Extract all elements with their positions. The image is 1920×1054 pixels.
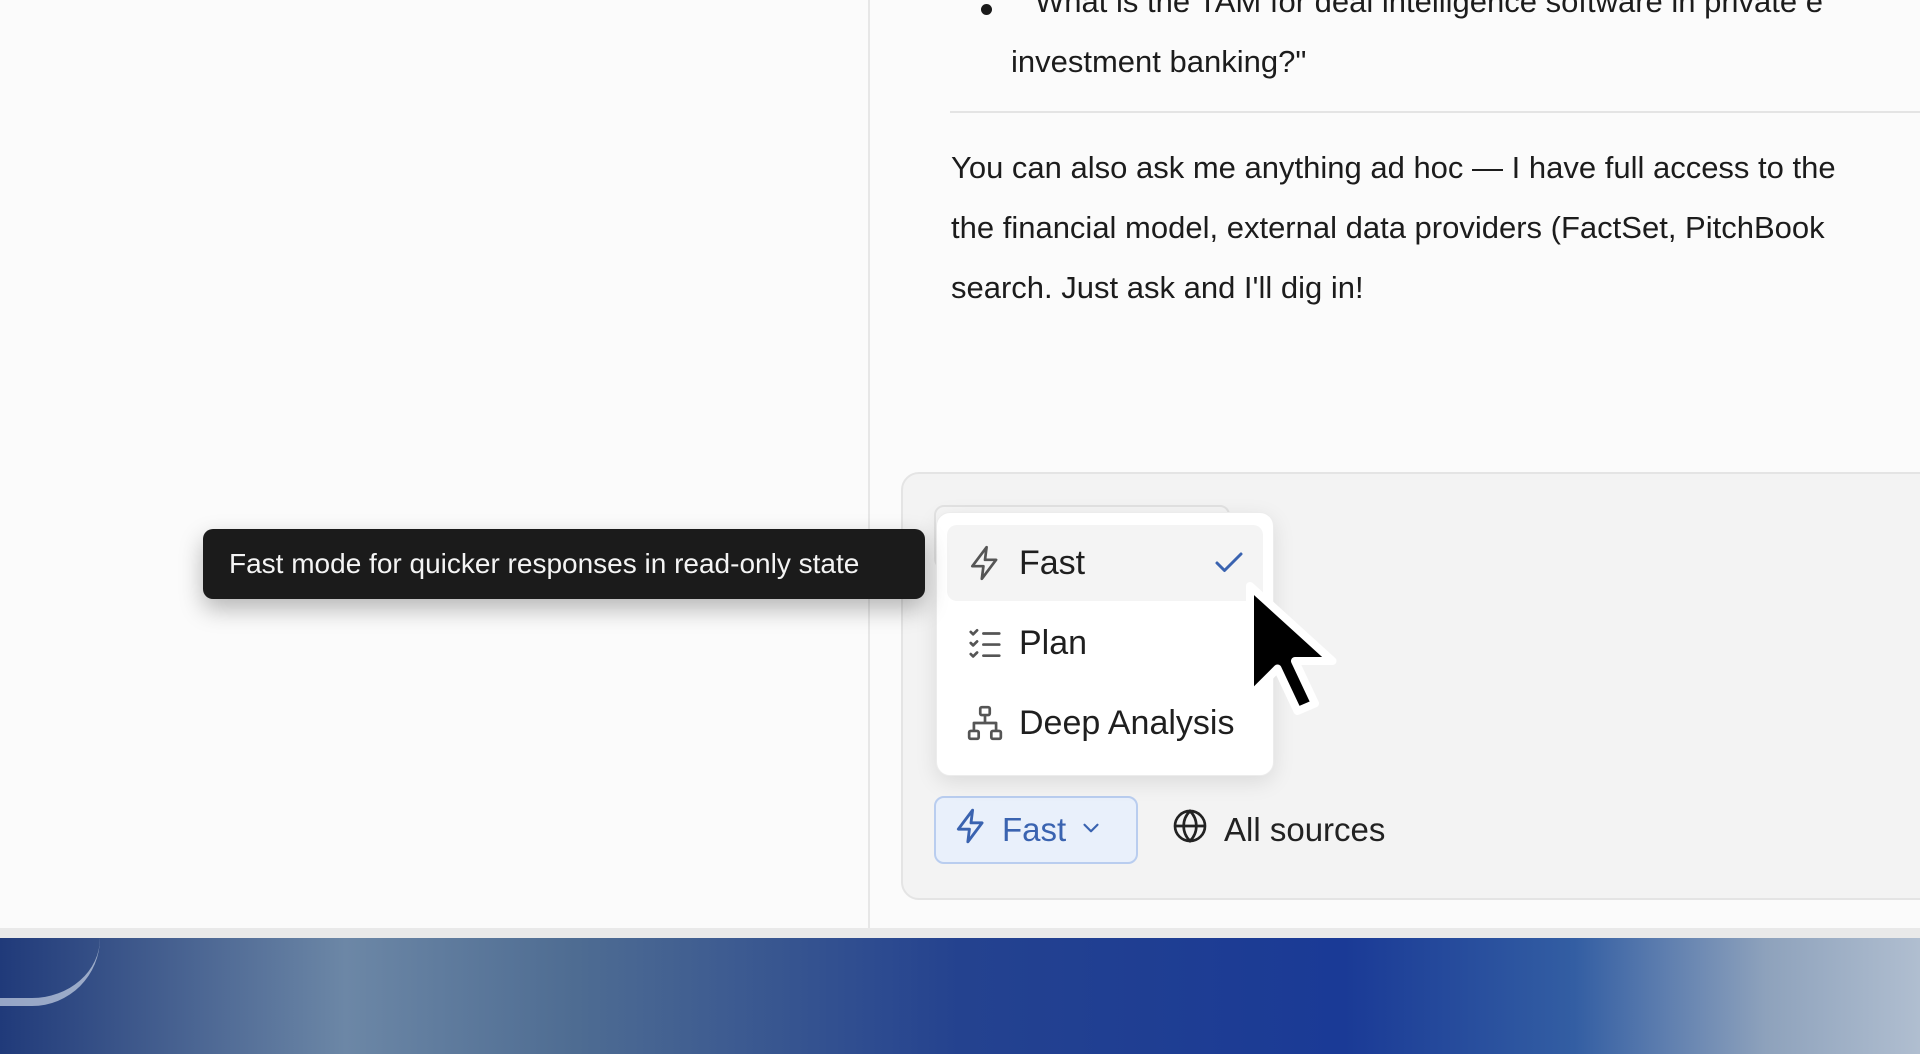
- chevron-down-icon: [1078, 811, 1104, 849]
- hierarchy-icon: [963, 701, 1007, 745]
- menu-item-deep-analysis[interactable]: Deep Analysis: [947, 685, 1263, 761]
- globe-icon: [1170, 806, 1210, 854]
- assistant-message: You can also ask me anything ad hoc — I …: [951, 138, 1920, 318]
- mouse-cursor-icon: [1240, 576, 1350, 731]
- app-window: "What is the TAM for deal intelligence s…: [0, 0, 1920, 928]
- lightning-icon: [952, 807, 990, 853]
- desktop-wallpaper: [0, 938, 1920, 1054]
- left-panel: [0, 0, 868, 928]
- message-line: the financial model, external data provi…: [951, 210, 1825, 245]
- mode-dropdown-menu: Fast Plan Deep Analysis: [936, 512, 1274, 776]
- mode-tooltip: Fast mode for quicker responses in read-…: [203, 529, 925, 599]
- sources-selector[interactable]: All sources: [1170, 800, 1385, 860]
- checklist-icon: [963, 621, 1007, 665]
- menu-item-fast[interactable]: Fast: [947, 525, 1263, 601]
- mode-select-label: Fast: [1002, 811, 1067, 848]
- message-divider: [950, 111, 1920, 113]
- mode-select-button[interactable]: Fast: [934, 796, 1138, 864]
- bullet-point: [981, 4, 992, 15]
- menu-item-label: Deep Analysis: [1019, 703, 1235, 742]
- tooltip-text: Fast mode for quicker responses in read-…: [229, 548, 860, 579]
- message-line: search. Just ask and I'll dig in!: [951, 270, 1364, 305]
- message-line: You can also ask me anything ad hoc — I …: [951, 150, 1836, 185]
- menu-item-plan[interactable]: Plan: [947, 605, 1263, 681]
- lightning-icon: [963, 541, 1007, 585]
- sources-label: All sources: [1224, 811, 1386, 848]
- window-bottom-edge: [0, 928, 1920, 938]
- menu-item-label: Plan: [1019, 623, 1088, 662]
- bullet-text-line1: "What is the TAM for deal intelligence s…: [1024, 0, 1824, 19]
- bullet-text-line2: investment banking?": [1011, 44, 1307, 79]
- menu-item-label: Fast: [1019, 543, 1086, 582]
